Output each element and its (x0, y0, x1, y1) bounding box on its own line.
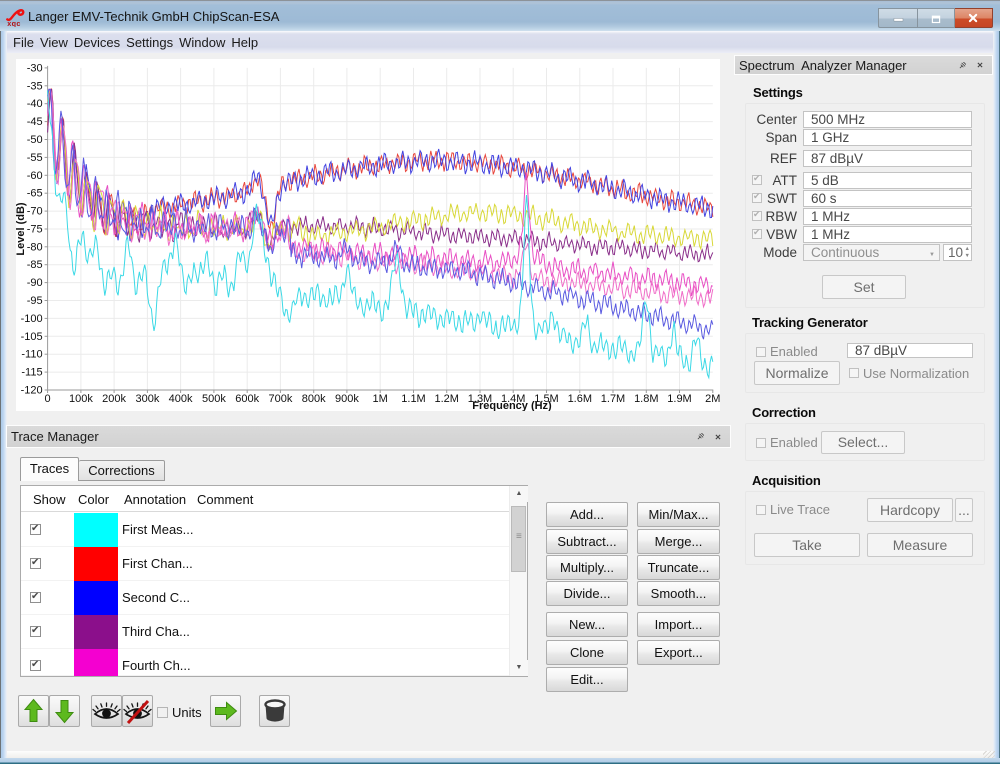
svg-text:1.2M: 1.2M (434, 393, 458, 405)
svg-text:1M: 1M (373, 393, 388, 405)
svg-text:-115: -115 (21, 367, 42, 379)
svg-text:xqc: xqc (7, 19, 21, 27)
svg-text:700k: 700k (268, 393, 292, 405)
svg-text:-90: -90 (27, 277, 43, 289)
svg-text:2M: 2M (705, 393, 720, 405)
svg-text:-120: -120 (21, 385, 43, 397)
svg-text:500k: 500k (202, 393, 226, 405)
svg-text:-65: -65 (27, 188, 43, 200)
svg-text:-30: -30 (27, 62, 43, 74)
svg-text:-35: -35 (27, 80, 43, 92)
svg-text:1.8M: 1.8M (634, 393, 658, 405)
svg-text:-60: -60 (27, 170, 43, 182)
svg-text:-100: -100 (21, 313, 43, 325)
svg-text:-45: -45 (27, 116, 43, 128)
svg-text:900k: 900k (335, 393, 359, 405)
svg-text:200k: 200k (102, 393, 126, 405)
svg-text:-80: -80 (27, 241, 43, 253)
svg-text:-70: -70 (27, 206, 43, 218)
svg-text:-40: -40 (27, 98, 43, 110)
svg-text:300k: 300k (135, 393, 159, 405)
svg-text:1.7M: 1.7M (601, 393, 625, 405)
svg-text:-75: -75 (27, 224, 43, 236)
svg-text:1.1M: 1.1M (401, 393, 425, 405)
svg-text:-50: -50 (27, 134, 43, 146)
svg-text:800k: 800k (302, 393, 326, 405)
svg-text:0: 0 (45, 393, 51, 405)
svg-text:1.9M: 1.9M (667, 393, 691, 405)
svg-text:-105: -105 (21, 331, 43, 343)
svg-text:-55: -55 (27, 152, 43, 164)
svg-text:Level (dB): Level (dB) (16, 202, 27, 256)
svg-text:400k: 400k (169, 393, 193, 405)
svg-text:600k: 600k (235, 393, 259, 405)
svg-text:-110: -110 (21, 349, 42, 361)
svg-text:1.6M: 1.6M (568, 393, 592, 405)
svg-text:100k: 100k (69, 393, 93, 405)
svg-text:-95: -95 (27, 295, 43, 307)
svg-text:-85: -85 (27, 259, 43, 271)
svg-text:Frequency (Hz): Frequency (Hz) (472, 400, 552, 411)
